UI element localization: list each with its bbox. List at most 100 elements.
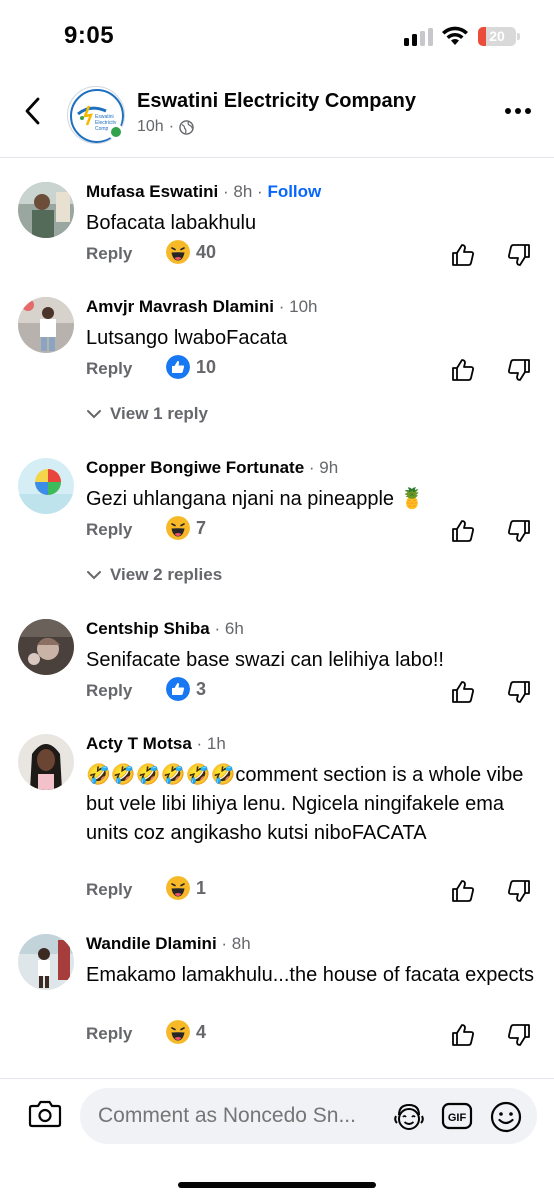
- comment-author-line: Centship Shiba · 6h: [86, 619, 244, 638]
- camera-icon[interactable]: [28, 1099, 62, 1129]
- wifi-icon: [442, 26, 468, 45]
- thumbs-up-icon[interactable]: [450, 878, 476, 904]
- thumbs-down-icon[interactable]: [506, 1022, 532, 1048]
- comment-actions: Reply 3: [86, 677, 546, 707]
- commenter-avatar[interactable]: [18, 297, 74, 353]
- reply-button[interactable]: Reply: [86, 520, 132, 540]
- post-header: Eswatini Electricity Comp Eswatini Elect…: [0, 74, 554, 158]
- svg-text:Comp: Comp: [95, 126, 109, 132]
- commenter-avatar[interactable]: [18, 182, 74, 238]
- view-replies-label: View 1 reply: [110, 404, 208, 423]
- thumbs-up-icon[interactable]: [450, 518, 476, 544]
- comment-author[interactable]: Centship Shiba: [86, 619, 210, 638]
- avatar-photo: [18, 182, 74, 238]
- thumbs-down-icon[interactable]: [506, 357, 532, 383]
- comment-text: Senifacate base swazi can lelihiya labo!…: [86, 649, 444, 671]
- page-name[interactable]: Eswatini Electricity Company: [137, 90, 416, 113]
- comment-time: 6h: [224, 619, 244, 638]
- comment-time: 10h: [289, 297, 318, 316]
- thumbs-up-icon[interactable]: [450, 357, 476, 383]
- view-replies-label: View 2 replies: [110, 565, 223, 584]
- dot-icon: [515, 108, 521, 114]
- dot-icon: [525, 108, 531, 114]
- commenter-avatar[interactable]: [18, 934, 74, 990]
- thumbs-up-icon[interactable]: [450, 1022, 476, 1048]
- online-status-dot: [108, 124, 124, 140]
- commenter-avatar[interactable]: [18, 734, 74, 790]
- like-reaction-icon: [166, 355, 190, 379]
- reply-button[interactable]: Reply: [86, 880, 132, 900]
- emoji-icon[interactable]: [489, 1100, 523, 1134]
- status-bar: 9:05 20: [0, 0, 554, 74]
- thumbs-down-icon[interactable]: [506, 878, 532, 904]
- reaction-summary[interactable]: 4: [166, 1020, 206, 1044]
- avatar-photo: [18, 934, 74, 990]
- reaction-summary[interactable]: 1: [166, 876, 206, 900]
- thumbs-up-icon[interactable]: [450, 679, 476, 705]
- reaction-summary[interactable]: 3: [166, 677, 206, 701]
- thumbs-down-icon[interactable]: [506, 518, 532, 544]
- follow-button[interactable]: Follow: [267, 182, 321, 201]
- commenter-avatar[interactable]: [18, 619, 74, 675]
- avatar-photo: [18, 734, 74, 790]
- reaction-summary[interactable]: 10: [166, 355, 216, 379]
- comment-time: 9h: [319, 458, 339, 477]
- avatar-photo: [18, 297, 74, 353]
- comment-item: Mufasa Eswatini · 8h · Follow Bofacata l…: [0, 182, 554, 272]
- reply-button[interactable]: Reply: [86, 359, 132, 379]
- comment-author[interactable]: Wandile Dlamini: [86, 934, 217, 953]
- like-reaction-icon: [166, 677, 190, 701]
- thumbs-down-icon[interactable]: [506, 679, 532, 705]
- comment-item: Wandile Dlamini · 8h Emakamo lamakhulu..…: [0, 934, 554, 1054]
- comment-text: Gezi uhlangana njani na pineapple 🍍: [86, 488, 425, 510]
- comment-time: 8h: [231, 934, 251, 953]
- battery-icon: 20: [478, 27, 516, 46]
- status-time: 9:05: [64, 22, 115, 49]
- comment-author[interactable]: Mufasa Eswatini: [86, 182, 218, 201]
- reaction-count: 10: [196, 356, 217, 377]
- thumbs-down-icon[interactable]: [506, 242, 532, 268]
- comment-actions: Reply 1: [86, 876, 546, 906]
- more-options-button[interactable]: [505, 108, 535, 118]
- battery-level: 20: [489, 28, 505, 44]
- reaction-count: 1: [196, 877, 207, 898]
- back-button[interactable]: [20, 96, 46, 126]
- haha-reaction-icon: [166, 516, 190, 540]
- comment-author[interactable]: Copper Bongiwe Fortunate: [86, 458, 304, 477]
- thumbs-up-icon[interactable]: [450, 242, 476, 268]
- avatar-sticker-icon[interactable]: [392, 1100, 426, 1134]
- comment-item: Centship Shiba · 6h Senifacate base swaz…: [0, 619, 554, 709]
- post-time: 10h: [137, 118, 164, 135]
- reaction-count: 40: [196, 241, 217, 262]
- view-replies-button[interactable]: View 1 reply: [86, 404, 208, 424]
- reaction-count: 3: [196, 678, 207, 699]
- comment-author[interactable]: Amvjr Mavrash Dlamini: [86, 297, 274, 316]
- reaction-count: 4: [196, 1021, 207, 1042]
- view-replies-button[interactable]: View 2 replies: [86, 565, 222, 585]
- home-indicator[interactable]: [178, 1182, 376, 1188]
- comment-time: 8h: [233, 182, 253, 201]
- reply-button[interactable]: Reply: [86, 1024, 132, 1044]
- post-meta: 10h ·: [137, 118, 194, 136]
- gif-icon: GIF: [441, 1102, 473, 1130]
- haha-reaction-icon: [166, 240, 190, 264]
- reply-button[interactable]: Reply: [86, 681, 132, 701]
- avatar-photo: [18, 458, 74, 514]
- dot-icon: [505, 108, 511, 114]
- gif-button[interactable]: GIF: [441, 1101, 473, 1131]
- comment-author-line: Wandile Dlamini · 8h: [86, 934, 251, 953]
- reaction-summary[interactable]: 40: [166, 240, 216, 264]
- cellular-signal-icon: [404, 28, 433, 46]
- comment-author-line: Acty T Motsa · 1h: [86, 734, 226, 753]
- comment-item: Acty T Motsa · 1h 🤣🤣🤣🤣🤣🤣comment section …: [0, 734, 554, 910]
- comment-actions: Reply 40: [86, 240, 546, 270]
- reaction-summary[interactable]: 7: [166, 516, 206, 540]
- haha-reaction-icon: [166, 876, 190, 900]
- comment-item: Amvjr Mavrash Dlamini · 10h Lutsango lwa…: [0, 297, 554, 387]
- comment-author[interactable]: Acty T Motsa: [86, 734, 192, 753]
- commenter-avatar[interactable]: [18, 458, 74, 514]
- reply-button[interactable]: Reply: [86, 244, 132, 264]
- comment-author-line: Amvjr Mavrash Dlamini · 10h: [86, 297, 318, 316]
- comment-author-line: Mufasa Eswatini · 8h · Follow: [86, 182, 322, 201]
- comment-text: Lutsango lwaboFacata: [86, 327, 288, 349]
